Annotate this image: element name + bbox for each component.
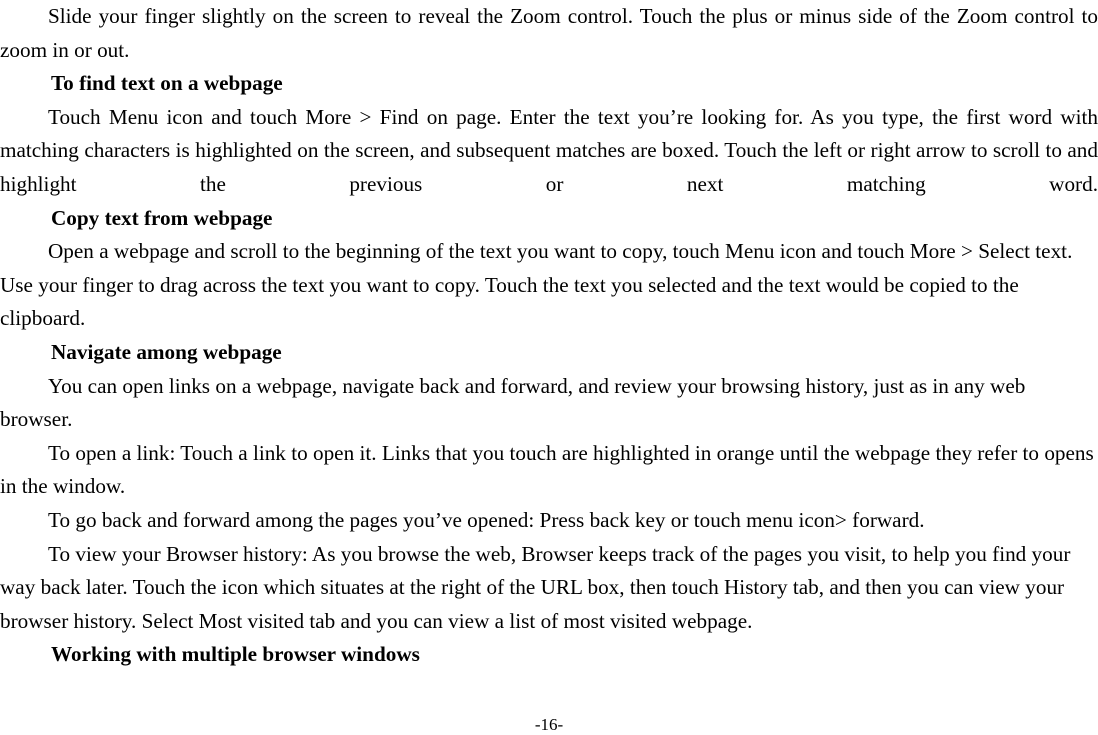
heading-find-text-on-a-webpage: To find text on a webpage (51, 71, 283, 96)
paragraph-back-and-forward: To go back and forward among the pages y… (48, 507, 925, 532)
heading-navigate-among-webpage: Navigate among webpage (51, 339, 282, 364)
heading-copy-text-from-webpage: Copy text from webpage (51, 205, 273, 230)
page-number-footer: -16- (534, 715, 564, 734)
paragraph-to-open-a-link: To open a link: Touch a link to open it.… (0, 440, 1094, 499)
document-page: Slide your finger slightly on the screen… (0, 0, 1098, 735)
paragraph-select-text: Open a webpage and scroll to the beginni… (0, 239, 1073, 331)
paragraph-open-links: You can open links on a webpage, navigat… (0, 373, 1026, 432)
page-body: Slide your finger slightly on the screen… (0, 0, 1098, 672)
paragraph-browser-history: To view your Browser history: As you bro… (0, 541, 1071, 633)
heading-working-with-multiple-browser-windows: Working with multiple browser windows (51, 642, 420, 667)
paragraph-find-on-page: Touch Menu icon and touch More > Find on… (0, 104, 1098, 196)
paragraph-zoom-control: Slide your finger slightly on the screen… (0, 4, 1098, 62)
